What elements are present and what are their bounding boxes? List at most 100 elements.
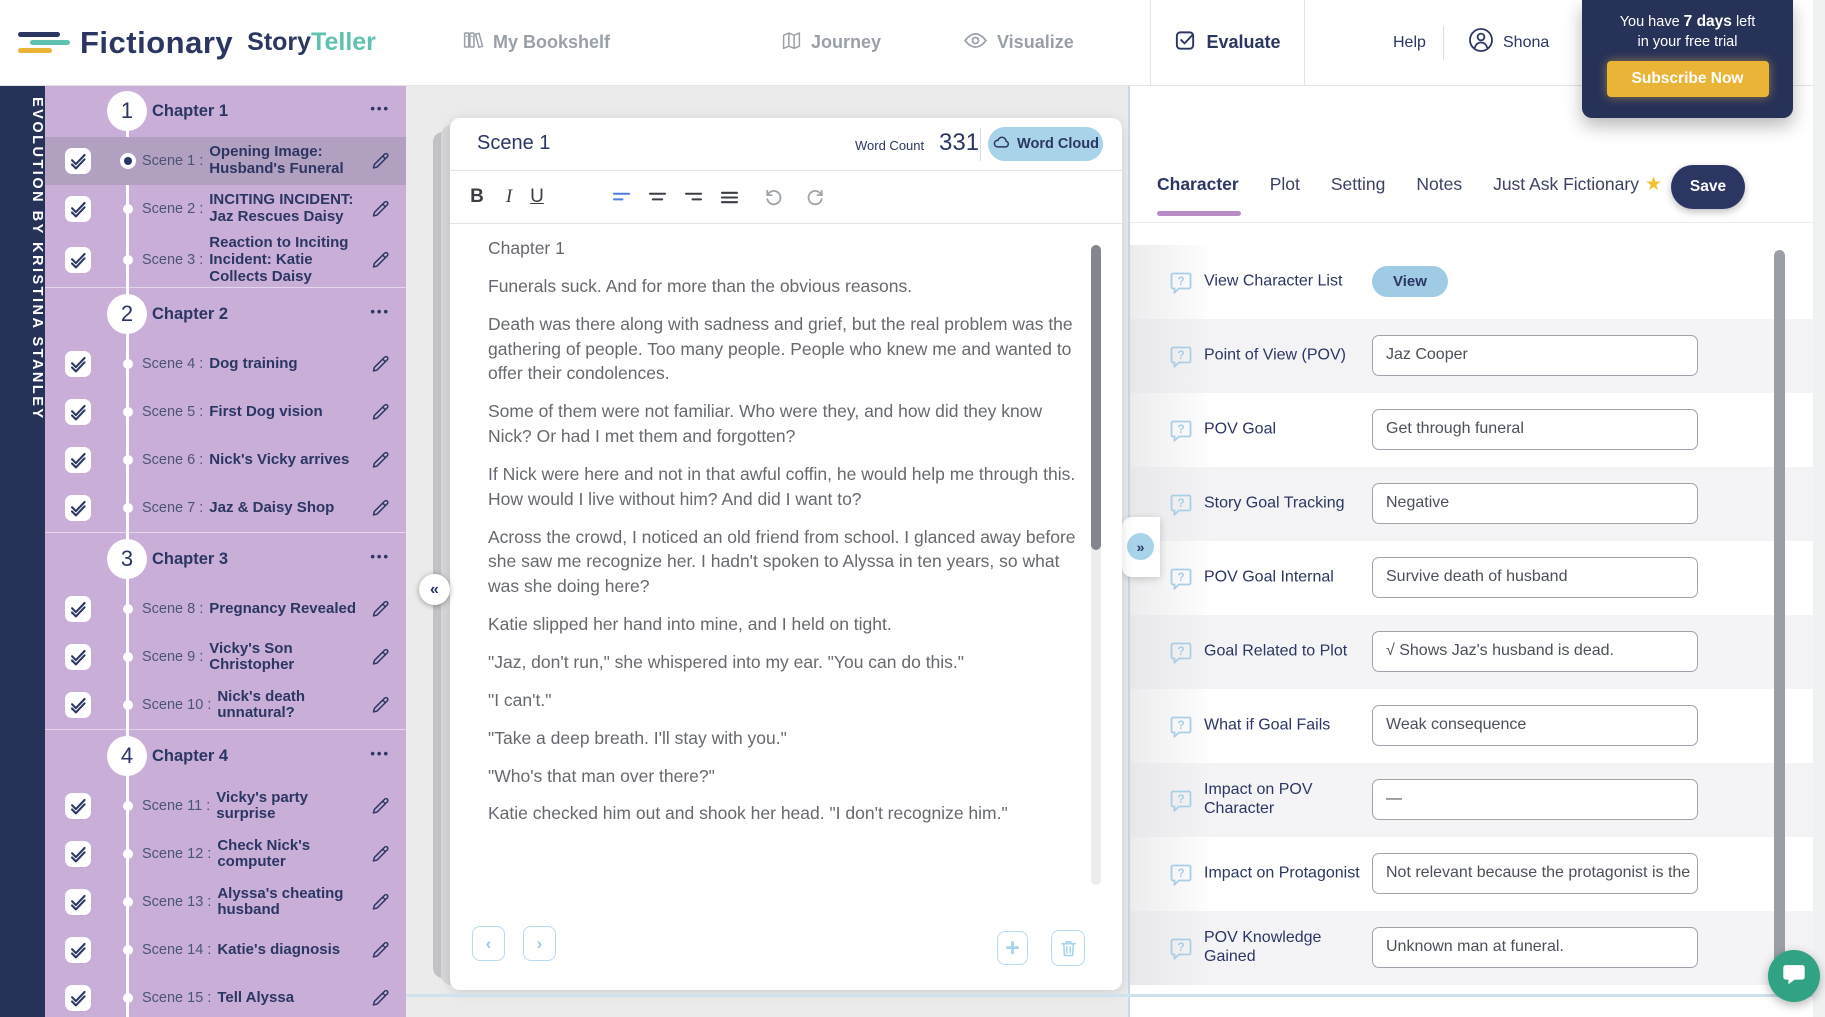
scene-row[interactable]: Scene 14 :Katie's diagnosis — [45, 926, 406, 974]
bold-button[interactable]: B — [464, 184, 490, 210]
subscribe-now-button[interactable]: Subscribe Now — [1607, 61, 1769, 97]
field-help-icon[interactable]: ? — [1169, 714, 1193, 743]
tab-setting[interactable]: Setting — [1331, 174, 1385, 195]
scene-row[interactable]: Scene 4 :Dog training — [45, 340, 406, 388]
scene-evaluated-checkbox[interactable] — [65, 644, 91, 670]
scene-evaluated-checkbox[interactable] — [65, 937, 91, 963]
scene-row[interactable]: Scene 12 :Check Nick's computer — [45, 830, 406, 878]
scene-evaluated-checkbox[interactable] — [65, 196, 91, 222]
field-help-icon[interactable]: ? — [1169, 640, 1193, 669]
tab-plot[interactable]: Plot — [1270, 174, 1300, 195]
previous-scene-button[interactable]: ‹ — [472, 926, 505, 961]
edit-scene-name-button[interactable] — [370, 353, 391, 379]
field-help-icon[interactable]: ? — [1169, 936, 1193, 965]
edit-scene-name-button[interactable] — [370, 449, 391, 475]
field-input[interactable]: Weak consequence — [1372, 705, 1698, 746]
nav-item-journey[interactable]: Journey — [781, 0, 881, 85]
scene-evaluated-checkbox[interactable] — [65, 889, 91, 915]
scene-evaluated-checkbox[interactable] — [65, 351, 91, 377]
scene-row[interactable]: Scene 5 :First Dog vision — [45, 388, 406, 436]
field-input[interactable]: Jaz Cooper — [1372, 335, 1698, 376]
sidebar-collapse-button[interactable]: « — [419, 574, 450, 605]
chat-widget-button[interactable] — [1768, 950, 1820, 1002]
scene-evaluated-checkbox[interactable] — [65, 148, 91, 174]
save-button[interactable]: Save — [1671, 165, 1745, 209]
scene-evaluated-checkbox[interactable] — [65, 985, 91, 1011]
align-center-button[interactable] — [644, 184, 670, 210]
edit-scene-name-button[interactable] — [370, 646, 391, 672]
chapter-menu-button[interactable]: ••• — [370, 304, 390, 319]
user-menu[interactable]: Shona — [1468, 0, 1549, 85]
scene-row[interactable]: Scene 2 :INCITING INCIDENT: Jaz Rescues … — [45, 185, 406, 233]
align-right-button[interactable] — [680, 184, 706, 210]
edit-scene-name-button[interactable] — [370, 598, 391, 624]
edit-scene-name-button[interactable] — [370, 795, 391, 821]
tab-just-ask-fictionary[interactable]: Just Ask Fictionary★ — [1493, 173, 1662, 196]
field-input[interactable]: — — [1372, 779, 1698, 820]
add-scene-button[interactable]: + — [997, 931, 1028, 965]
edit-scene-name-button[interactable] — [370, 401, 391, 427]
chapter-menu-button[interactable]: ••• — [370, 101, 390, 116]
undo-button[interactable] — [760, 184, 786, 210]
word-cloud-button[interactable]: Word Cloud — [988, 127, 1103, 161]
chapter-menu-button[interactable]: ••• — [370, 549, 390, 564]
scene-evaluated-checkbox[interactable] — [65, 399, 91, 425]
edit-scene-name-button[interactable] — [370, 150, 391, 176]
help-link[interactable]: Help — [1393, 0, 1426, 85]
brand-logo[interactable]: Fictionary StoryTeller — [18, 0, 376, 85]
underline-button[interactable]: U — [524, 184, 550, 210]
edit-scene-name-button[interactable] — [370, 249, 391, 275]
chapter-header[interactable]: 2Chapter 2••• — [45, 288, 406, 340]
scene-row[interactable]: Scene 6 :Nick's Vicky arrives — [45, 436, 406, 484]
field-input[interactable]: Not relevant because the protagonist is … — [1372, 853, 1698, 894]
nav-item-evaluate[interactable]: Evaluate — [1150, 0, 1305, 85]
field-input[interactable]: Survive death of husband — [1372, 557, 1698, 598]
tab-character[interactable]: Character — [1157, 174, 1239, 195]
scene-row[interactable]: Scene 7 :Jaz & Daisy Shop — [45, 484, 406, 532]
scene-row[interactable]: Scene 8 :Pregnancy Revealed — [45, 585, 406, 633]
chapter-header[interactable]: 3Chapter 3••• — [45, 533, 406, 585]
edit-scene-name-button[interactable] — [370, 198, 391, 224]
field-input[interactable]: Get through funeral — [1372, 409, 1698, 450]
field-help-icon[interactable]: ? — [1169, 492, 1193, 521]
scene-evaluated-checkbox[interactable] — [65, 841, 91, 867]
next-scene-button[interactable]: › — [523, 926, 556, 961]
italic-button[interactable]: I — [496, 184, 522, 210]
editor-scrollbar-thumb[interactable] — [1091, 245, 1101, 550]
scene-text-editor[interactable]: Chapter 1Funerals suck. And for more tha… — [488, 236, 1080, 896]
chapter-header[interactable]: 1Chapter 1••• — [45, 85, 406, 137]
scene-evaluated-checkbox[interactable] — [65, 447, 91, 473]
field-input[interactable]: Negative — [1372, 483, 1698, 524]
edit-scene-name-button[interactable] — [370, 987, 391, 1013]
scene-evaluated-checkbox[interactable] — [65, 495, 91, 521]
window-scrollbar-track[interactable] — [1813, 0, 1825, 1017]
scene-row[interactable]: Scene 11 :Vicky's party surprise — [45, 782, 406, 830]
nav-item-my-bookshelf[interactable]: My Bookshelf — [462, 0, 610, 85]
field-help-icon[interactable]: ? — [1169, 566, 1193, 595]
field-help-icon[interactable]: ? — [1169, 862, 1193, 891]
scene-row[interactable]: Scene 10 :Nick's death unnatural? — [45, 681, 406, 729]
field-help-icon[interactable]: ? — [1169, 418, 1193, 447]
chapter-menu-button[interactable]: ••• — [370, 746, 390, 761]
tab-notes[interactable]: Notes — [1416, 174, 1462, 195]
view-character-list-button[interactable]: View — [1372, 266, 1448, 297]
scene-row[interactable]: Scene 9 :Vicky's Son Christopher — [45, 633, 406, 681]
scene-row[interactable]: Scene 3 :Reaction to Inciting Incident: … — [45, 233, 406, 287]
align-left-button[interactable] — [608, 184, 634, 210]
align-justify-button[interactable] — [716, 184, 742, 210]
edit-scene-name-button[interactable] — [370, 939, 391, 965]
scene-row[interactable]: Scene 15 :Tell Alyssa — [45, 974, 406, 1017]
edit-scene-name-button[interactable] — [370, 843, 391, 869]
field-help-icon[interactable]: ? — [1169, 788, 1193, 817]
scene-evaluated-checkbox[interactable] — [65, 692, 91, 718]
chapter-header[interactable]: 4Chapter 4••• — [45, 730, 406, 782]
field-help-icon[interactable]: ? — [1169, 270, 1193, 299]
field-input[interactable]: Unknown man at funeral. — [1372, 927, 1698, 968]
scene-evaluated-checkbox[interactable] — [65, 596, 91, 622]
panel-scrollbar-thumb[interactable] — [1774, 250, 1785, 990]
edit-scene-name-button[interactable] — [370, 891, 391, 917]
nav-item-visualize[interactable]: Visualize — [963, 0, 1074, 85]
scene-row[interactable]: Scene 13 :Alyssa's cheating husband — [45, 878, 406, 926]
delete-scene-button[interactable] — [1051, 930, 1085, 966]
scene-row[interactable]: Scene 1 :Opening Image: Husband's Funera… — [45, 137, 406, 185]
